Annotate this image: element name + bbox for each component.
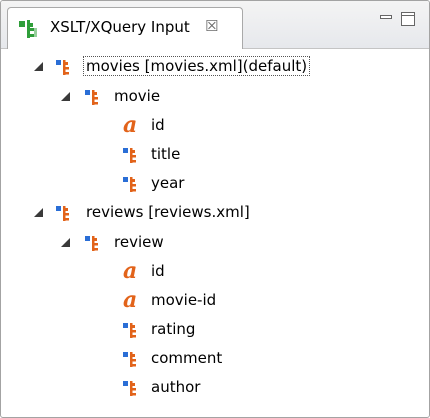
element-icon (123, 147, 141, 169)
tree-node[interactable]: a id (1, 112, 429, 140)
tree-node[interactable]: author (1, 374, 429, 402)
tree-node-label: id (151, 116, 165, 134)
tree-node[interactable]: year (1, 170, 429, 198)
attribute-icon: a (123, 112, 138, 138)
tree-node[interactable]: reviews [reviews.xml] (1, 199, 429, 227)
tree-node-label: movie-id (151, 291, 217, 309)
element-icon (123, 176, 141, 198)
tree-node[interactable]: a id (1, 258, 429, 286)
attribute-icon: a (123, 287, 138, 313)
xslt-xquery-input-view: XSLT/XQuery Input ☒ movies [movies.xml](… (0, 0, 430, 418)
tab-xslt-xquery-input[interactable]: XSLT/XQuery Input ☒ (7, 7, 243, 49)
tree-node-label: movies [movies.xml](default) (82, 56, 311, 76)
tree-node-label: year (151, 174, 185, 192)
attribute-icon: a (123, 258, 138, 284)
tree-node-label: reviews [reviews.xml] (86, 203, 250, 221)
tree-node-label: id (151, 262, 165, 280)
element-icon (56, 205, 74, 227)
tree-node[interactable]: movie (1, 83, 429, 111)
tree-node[interactable]: title (1, 141, 429, 169)
tree-node[interactable]: rating (1, 316, 429, 344)
tree-node-label: movie (114, 87, 161, 105)
element-icon (123, 380, 141, 402)
tree-node-label: title (151, 145, 181, 163)
tree-node-label: review (114, 233, 164, 251)
tree-node[interactable]: review (1, 229, 429, 257)
view-tab-bar: XSLT/XQuery Input ☒ (1, 1, 429, 49)
expanded-twistie-icon[interactable] (34, 62, 43, 71)
element-icon (85, 235, 103, 257)
tree-node[interactable]: movies [movies.xml](default) (1, 53, 429, 81)
tree-node-label: author (151, 378, 201, 396)
element-icon (123, 322, 141, 344)
minimize-icon[interactable] (379, 11, 393, 29)
close-icon[interactable]: ☒ (205, 17, 218, 35)
tree-node-label: comment (151, 349, 223, 367)
expanded-twistie-icon[interactable] (34, 208, 43, 217)
maximize-icon[interactable] (400, 11, 416, 31)
schema-tree-icon (18, 19, 40, 45)
expanded-twistie-icon[interactable] (61, 238, 70, 247)
tree-node[interactable]: a movie-id (1, 287, 429, 315)
tree-node[interactable]: comment (1, 345, 429, 373)
tab-title: XSLT/XQuery Input (50, 18, 190, 36)
element-icon (85, 89, 103, 111)
expanded-twistie-icon[interactable] (61, 92, 70, 101)
element-icon (56, 59, 74, 81)
element-icon (123, 351, 141, 373)
tree-node-label: rating (151, 320, 196, 338)
